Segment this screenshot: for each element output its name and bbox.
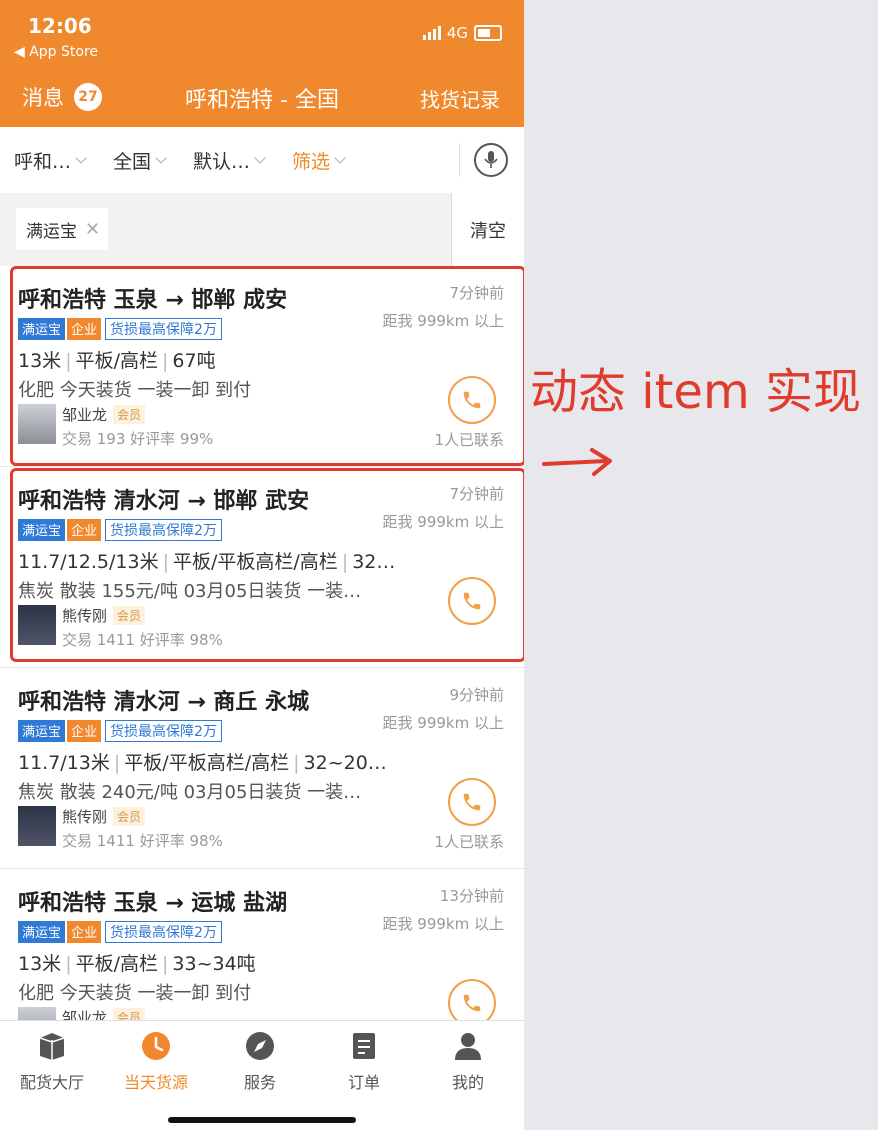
active-tags-bar: 满运宝 ✕ 清空 xyxy=(0,193,524,266)
tab-dispatch-hall[interactable]: 配货大厅 xyxy=(0,1029,104,1093)
call-button[interactable] xyxy=(448,778,496,826)
separator: | xyxy=(162,953,169,975)
annotation-label: 动态 item 实现 xyxy=(530,364,861,420)
contacted-count: 1人已联系 xyxy=(434,833,504,851)
truck-type: 平板/平板高栏/高栏 xyxy=(124,752,290,774)
filter-more[interactable]: 筛选 xyxy=(278,147,358,174)
filter-origin[interactable]: 呼和… xyxy=(0,147,99,174)
phone-icon xyxy=(463,994,481,1012)
badge-row: 满运宝 企业 货损最高保障2万 xyxy=(18,921,222,943)
distance: 距我 999km 以上 xyxy=(382,714,504,732)
truck-length: 11.7/13米 xyxy=(18,752,110,774)
phone-screen: 12:06 ◀ App Store 4G 消息 27 呼和浩特 - 全国 找货记… xyxy=(0,0,524,1130)
ymb-badge: 满运宝 xyxy=(18,720,66,742)
insurance-badge: 货损最高保障2万 xyxy=(105,720,222,742)
tab-orders[interactable]: 订单 xyxy=(312,1029,416,1093)
person-icon xyxy=(416,1029,520,1063)
truck-spec: 11.7/13米 | 平板/平板高栏/高栏 | 32~20… xyxy=(18,748,387,775)
filter-destination[interactable]: 全国 xyxy=(99,147,179,174)
annotation-arrow xyxy=(542,448,612,476)
home-indicator xyxy=(168,1117,356,1123)
status-back-link[interactable]: ◀ App Store xyxy=(14,44,98,60)
search-history-button[interactable]: 找货记录 xyxy=(420,84,500,113)
separator: | xyxy=(65,953,72,975)
tag-chip[interactable]: 满运宝 ✕ xyxy=(16,208,109,250)
separator: | xyxy=(293,752,300,774)
tab-bar: 配货大厅 当天货源 服务 订单 我的 xyxy=(0,1020,524,1130)
header: 12:06 ◀ App Store 4G 消息 27 呼和浩特 - 全国 找货记… xyxy=(0,0,524,127)
truck-spec: 13米 | 平板/高栏 | 33~34吨 xyxy=(18,949,256,976)
tab-service[interactable]: 服务 xyxy=(208,1029,312,1093)
box-icon xyxy=(0,1029,104,1063)
cargo-info: 焦炭 散装 240元/吨 03月05日装货 一装… xyxy=(18,782,362,803)
enterprise-badge: 企业 xyxy=(67,720,102,742)
route-title: 呼和浩特 清水河 → 商丘 永城 xyxy=(18,690,310,715)
filter-sort[interactable]: 默认… xyxy=(179,147,278,174)
list-item[interactable]: 呼和浩特 清水河 → 商丘 永城 9分钟前距我 999km 以上 满运宝 企业 货损最高… xyxy=(0,668,524,869)
chevron-down-icon xyxy=(334,152,346,164)
tab-today-cargo[interactable]: 当天货源 xyxy=(104,1029,208,1093)
chevron-down-icon xyxy=(155,152,167,164)
status-indicators: 4G xyxy=(422,24,502,42)
document-icon xyxy=(312,1029,416,1063)
shipper-name: 熊传刚 会员 xyxy=(62,806,146,827)
separator: | xyxy=(113,752,121,774)
microphone-icon[interactable] xyxy=(474,143,508,177)
highlight-box xyxy=(10,266,524,466)
ymb-badge: 满运宝 xyxy=(18,921,66,943)
tag-chip-label: 满运宝 xyxy=(26,221,77,242)
truck-length: 13米 xyxy=(18,953,62,975)
battery-icon xyxy=(474,25,502,41)
avatar[interactable] xyxy=(18,806,56,846)
member-badge: 会员 xyxy=(113,807,146,826)
time-ago: 13分钟前 xyxy=(439,887,504,905)
time-ago: 9分钟前 xyxy=(449,686,504,704)
cargo-info: 化肥 今天装货 一装一卸 到付 xyxy=(18,983,252,1004)
clear-button[interactable]: 清空 xyxy=(451,193,524,266)
network-label: 4G xyxy=(446,24,468,42)
tab-mine[interactable]: 我的 xyxy=(416,1029,520,1093)
insurance-badge: 货损最高保障2万 xyxy=(105,921,222,943)
clock-icon xyxy=(104,1029,208,1063)
chevron-down-icon xyxy=(75,152,87,164)
trade-stats: 交易 1411 好评率 98% xyxy=(62,832,223,850)
cargo-weight: 32~20… xyxy=(303,752,387,774)
status-time: 12:06 xyxy=(28,14,92,38)
filter-bar: 呼和… 全国 默认… 筛选 xyxy=(0,127,524,193)
signal-icon xyxy=(422,26,441,40)
route-title: 呼和浩特 玉泉 → 运城 盐湖 xyxy=(18,891,288,916)
distance: 距我 999km 以上 xyxy=(382,915,504,933)
highlight-box xyxy=(10,468,524,662)
badge-row: 满运宝 企业 货损最高保障2万 xyxy=(18,720,222,742)
chevron-down-icon xyxy=(254,152,266,164)
cargo-weight: 33~34吨 xyxy=(172,953,256,975)
truck-type: 平板/高栏 xyxy=(75,953,158,975)
compass-icon xyxy=(208,1029,312,1063)
phone-icon xyxy=(463,793,481,811)
close-icon[interactable]: ✕ xyxy=(85,219,100,240)
enterprise-badge: 企业 xyxy=(67,921,102,943)
